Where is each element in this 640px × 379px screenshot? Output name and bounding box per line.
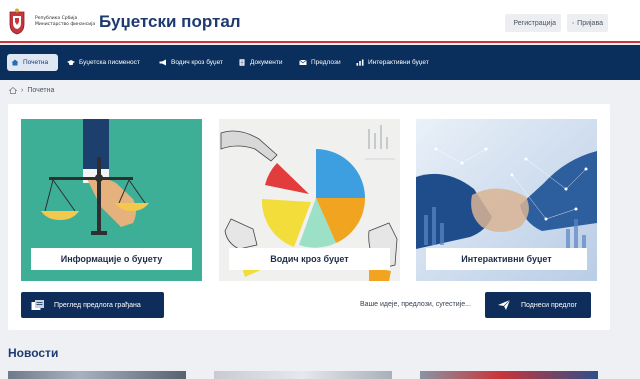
- nav-item-label: Почетна: [23, 59, 49, 66]
- login-label: Пријава: [577, 19, 603, 27]
- paper-plane-icon: [498, 299, 511, 310]
- tile-budget-guide[interactable]: Водич кроз буџет: [219, 119, 400, 281]
- tile-label: Информације о буџету: [31, 248, 192, 270]
- graduation-cap-icon: [67, 60, 75, 66]
- proposals-list-icon: [31, 300, 44, 310]
- submit-proposal-button[interactable]: Поднеси предлог: [485, 292, 591, 318]
- submit-proposal-label: Поднеси предлог: [521, 301, 578, 309]
- news-item-thumbnail[interactable]: [420, 371, 598, 379]
- tile-label: Интерактивни буџет: [426, 248, 587, 270]
- nav-item-interactive-budget[interactable]: Интерактивни буџет: [352, 54, 433, 71]
- ideas-prompt-text: Ваше идеје, предлози, сугестије...: [360, 301, 471, 308]
- home-icon[interactable]: [9, 87, 17, 94]
- review-proposals-label: Преглед предлога грађана: [54, 301, 141, 309]
- nav-item-label: Интерактивни буџет: [368, 59, 429, 66]
- breadcrumb: › Почетна: [9, 87, 54, 94]
- chart-icon: [356, 59, 364, 66]
- nav-item-label: Водич кроз буџет: [171, 59, 224, 66]
- tile-interactive-budget[interactable]: Интерактивни буџет: [416, 119, 597, 281]
- news-section-title: Новости: [8, 346, 59, 360]
- ministry-name: Република Србија Министарство финансија: [35, 16, 96, 27]
- nav-item-budget-literacy[interactable]: Буџетска писменост: [63, 54, 144, 71]
- document-icon: [239, 59, 245, 66]
- site-header: Република Србија Министарство финансија …: [0, 0, 640, 43]
- nav-item-label: Документи: [250, 59, 283, 66]
- breadcrumb-separator: ›: [21, 87, 24, 94]
- home-icon: [11, 59, 19, 66]
- user-icon: [572, 22, 574, 25]
- news-item-thumbnail[interactable]: [214, 371, 392, 379]
- megaphone-icon: [159, 59, 166, 66]
- nav-item-label: Предлози: [311, 59, 341, 66]
- tile-budget-information[interactable]: Информације о буџету: [21, 119, 202, 281]
- main-navigation: Почетна Буџетска писменост Водич кроз бу…: [0, 45, 640, 80]
- nav-item-proposals[interactable]: Предлози: [295, 54, 345, 71]
- news-item-thumbnail[interactable]: [8, 371, 186, 379]
- register-button[interactable]: Регистрација: [505, 14, 561, 32]
- nav-item-home[interactable]: Почетна: [7, 54, 58, 71]
- register-label: Регистрација: [513, 19, 556, 27]
- main-content-card: Информације о буџету Водич кроз буџет Ин…: [8, 104, 610, 330]
- site-title[interactable]: Буџетски портал: [99, 12, 241, 32]
- nav-item-budget-guide[interactable]: Водич кроз буџет: [155, 54, 227, 71]
- nav-item-documents[interactable]: Документи: [234, 54, 286, 71]
- tile-label: Водич кроз буџет: [229, 248, 390, 270]
- nav-item-label: Буџетска писменост: [79, 59, 140, 66]
- login-button[interactable]: Пријава: [567, 14, 608, 32]
- breadcrumb-current: Почетна: [27, 87, 55, 94]
- coat-of-arms-logo[interactable]: [8, 8, 26, 35]
- envelope-icon: [299, 59, 307, 65]
- review-proposals-button[interactable]: Преглед предлога грађана: [21, 292, 164, 318]
